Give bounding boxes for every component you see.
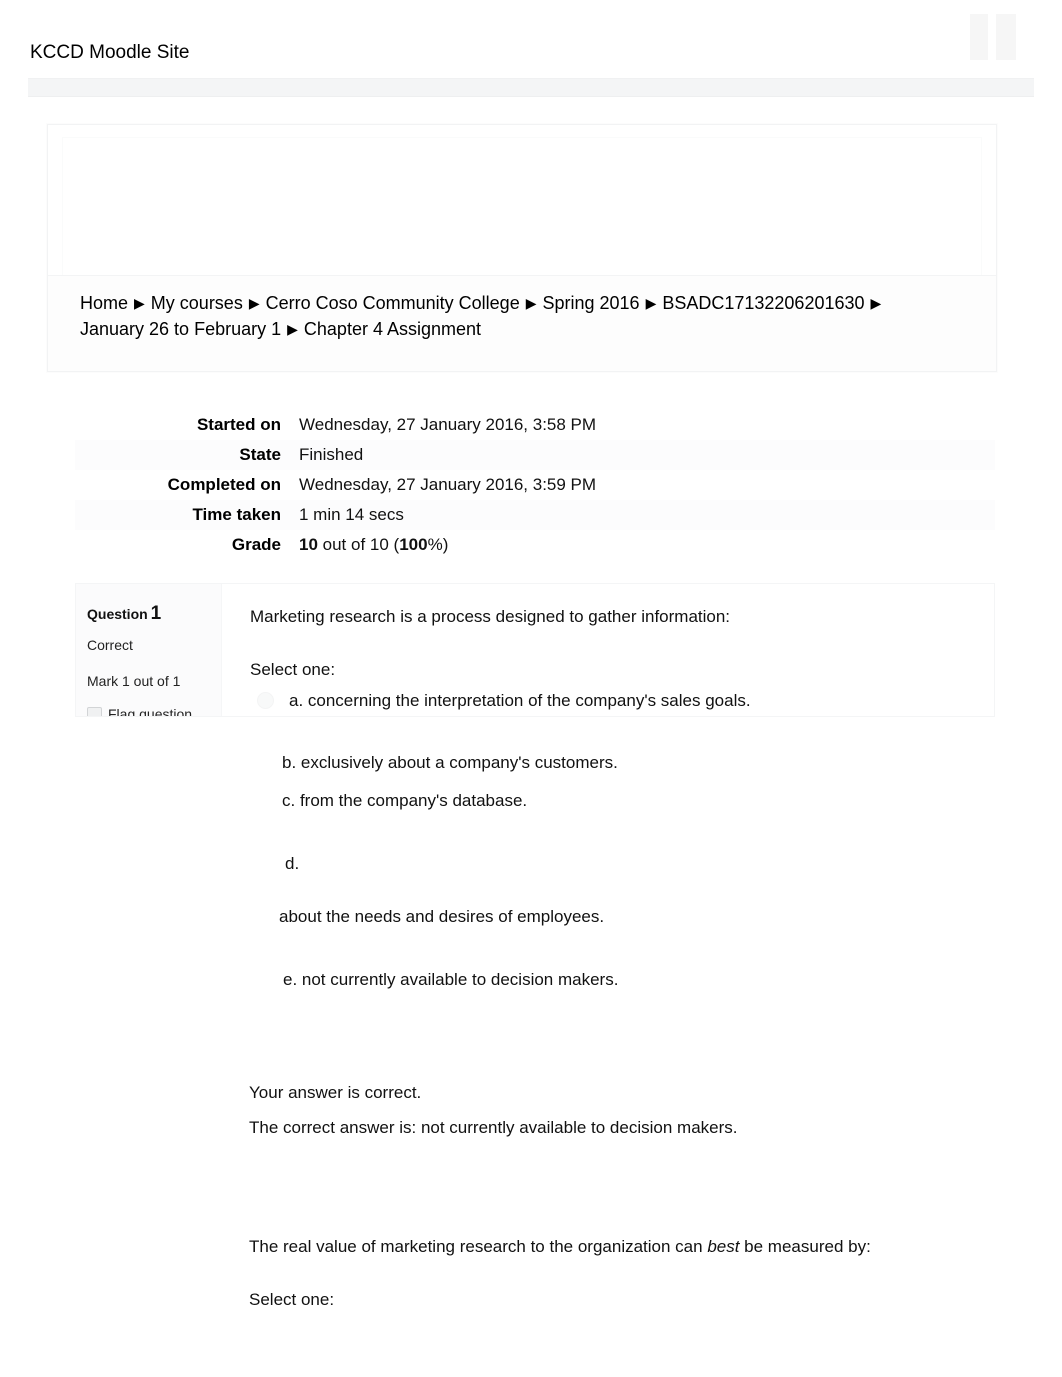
- question-1-body: Marketing research is a process designed…: [250, 604, 970, 682]
- feedback-correctness: Your answer is correct.: [249, 1083, 422, 1102]
- answer-option-a[interactable]: a. concerning the interpretation of the …: [257, 688, 751, 713]
- answer-option-d-continued-label: about the needs and desires of employees…: [279, 907, 605, 926]
- question-2-text-before: The real value of marketing research to …: [249, 1237, 708, 1256]
- summary-row: State Finished: [75, 440, 995, 470]
- answer-option-e[interactable]: e. not currently available to decision m…: [283, 967, 618, 992]
- question-number-label: Question: [87, 606, 148, 622]
- answer-option-b-label: b. exclusively about a company's custome…: [282, 753, 618, 772]
- question-1-flag-label: Flag question: [108, 706, 193, 717]
- grade-percent: 100: [399, 535, 428, 554]
- summary-label-state: State: [239, 445, 281, 464]
- breadcrumb-separator-icon: ▶: [645, 295, 657, 311]
- breadcrumb-item-course-code[interactable]: BSADC17132206201630: [662, 293, 864, 313]
- radio-button-a-icon[interactable]: [257, 692, 274, 709]
- breadcrumb-item-week[interactable]: January 26 to February 1: [80, 319, 281, 339]
- header-logo-icon: [970, 14, 1040, 60]
- answer-option-a-label: a. concerning the interpretation of the …: [289, 691, 751, 710]
- summary-value-started-on: Wednesday, 27 January 2016, 3:58 PM: [299, 415, 597, 434]
- summary-label-started-on: Started on: [196, 415, 281, 434]
- question-1-mark: Mark 1 out of 1: [87, 673, 181, 689]
- question-1-feedback: Your answer is correct. The correct answ…: [249, 1080, 989, 1140]
- quiz-summary-table: Started on Wednesday, 27 January 2016, 3…: [75, 410, 995, 560]
- breadcrumb-bar: Home ▶ My courses ▶ Cerro Coso Community Col…: [48, 275, 996, 371]
- breadcrumb-separator-icon: ▶: [248, 295, 260, 311]
- grade-middle-text: out of 10 (: [317, 535, 400, 554]
- breadcrumb-separator-icon: ▶: [870, 295, 882, 311]
- summary-value-grade: 10 out of 10 (100%): [281, 530, 995, 560]
- question-2-text-after: be measured by:: [739, 1237, 871, 1256]
- summary-row: Time taken 1 min 14 secs: [75, 500, 995, 530]
- answer-option-c-label: c. from the company's database.: [282, 791, 528, 810]
- question-number-value: 1: [150, 603, 162, 624]
- answer-option-b[interactable]: b. exclusively about a company's custome…: [282, 750, 618, 775]
- question-1-select-one-label: Select one:: [250, 660, 336, 679]
- question-1-number: Question 1: [87, 603, 161, 625]
- page-header-card: Home ▶ My courses ▶ Cerro Coso Community Col…: [47, 124, 997, 372]
- summary-label-time-taken: Time taken: [192, 505, 281, 524]
- breadcrumb-item-spring-2016[interactable]: Spring 2016: [542, 293, 639, 313]
- summary-row-grade: Grade 10 out of 10 (100%): [75, 530, 995, 560]
- summary-value-completed-on: Wednesday, 27 January 2016, 3:59 PM: [299, 475, 597, 494]
- course-banner-area: [62, 137, 982, 279]
- answer-option-d[interactable]: d.: [285, 851, 299, 876]
- answer-option-e-label: e. not currently available to decision m…: [283, 970, 619, 989]
- flag-icon[interactable]: [87, 706, 102, 716]
- breadcrumb-item-home[interactable]: Home: [80, 293, 128, 313]
- question-2-block: The real value of marketing research to …: [249, 1234, 989, 1312]
- site-header: KCCD Moodle Site: [0, 0, 1062, 76]
- answer-option-c[interactable]: c. from the company's database.: [282, 788, 527, 813]
- question-2-select-one-label: Select one:: [249, 1290, 335, 1309]
- header-divider: [28, 78, 1034, 97]
- breadcrumb-item-chapter-4-assignment[interactable]: Chapter 4 Assignment: [304, 319, 481, 339]
- summary-label-completed-on: Completed on: [167, 475, 281, 494]
- grade-suffix-text: %): [427, 535, 449, 554]
- feedback-correct-answer: The correct answer is: not currently ava…: [249, 1118, 738, 1137]
- breadcrumb-separator-icon: ▶: [525, 295, 537, 311]
- answer-option-d-label: d.: [285, 854, 300, 873]
- question-1-info-panel: Question 1 Correct Mark 1 out of 1 Flag q…: [76, 584, 222, 716]
- breadcrumb-item-my-courses[interactable]: My courses: [151, 293, 243, 313]
- site-title: KCCD Moodle Site: [30, 42, 190, 63]
- grade-score: 10: [299, 535, 318, 554]
- summary-label-grade: Grade: [231, 535, 281, 554]
- breadcrumb-separator-icon: ▶: [287, 321, 298, 337]
- summary-value-state: Finished: [299, 445, 364, 464]
- question-2-text: The real value of marketing research to …: [249, 1234, 989, 1259]
- question-1-text: Marketing research is a process designed…: [250, 607, 731, 626]
- question-2-emphasis: best: [707, 1237, 740, 1256]
- question-1-state: Correct: [87, 637, 133, 653]
- summary-row: Started on Wednesday, 27 January 2016, 3…: [75, 410, 995, 440]
- breadcrumb: Home ▶ My courses ▶ Cerro Coso Community Col…: [80, 290, 960, 342]
- breadcrumb-separator-icon: ▶: [134, 295, 145, 311]
- summary-row: Completed on Wednesday, 27 January 2016,…: [75, 470, 995, 500]
- answer-option-d-continued[interactable]: about the needs and desires of employees…: [279, 904, 604, 929]
- question-1-flag-control[interactable]: Flag question: [87, 706, 193, 717]
- breadcrumb-item-cerro-coso-community-college[interactable]: Cerro Coso Community College: [266, 293, 520, 313]
- summary-value-time-taken: 1 min 14 secs: [299, 505, 404, 524]
